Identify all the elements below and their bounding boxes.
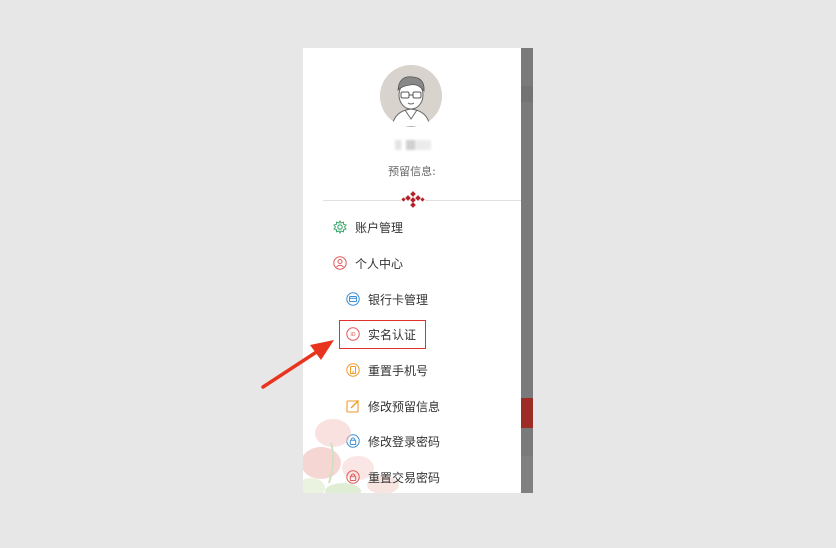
phone-icon — [346, 363, 360, 377]
menu-bank-card-management[interactable]: 银行卡管理 — [346, 288, 428, 310]
menu-personal-center[interactable]: 个人中心 — [333, 252, 403, 274]
menu-label: 账户管理 — [355, 220, 404, 235]
menu-reset-transaction-password[interactable]: 重置交易密码 — [346, 466, 440, 488]
avatar-illustration-icon — [380, 65, 442, 127]
menu-label: 重置交易密码 — [368, 470, 441, 485]
pointer-arrow-icon — [261, 340, 334, 389]
edit-icon — [346, 400, 359, 413]
lattice-ornament-icon — [401, 191, 425, 208]
menu-label: 个人中心 — [355, 256, 404, 271]
divider-right — [425, 200, 521, 201]
overlay-red-button — [521, 398, 533, 428]
menu-label: 重置手机号 — [368, 363, 429, 378]
menu-label: 修改预留信息 — [368, 399, 441, 414]
menu-reset-phone[interactable]: 重置手机号 — [346, 359, 428, 381]
menu-account-management[interactable]: 账户管理 — [333, 216, 403, 238]
reserved-info-label: 预留信息: — [388, 165, 436, 178]
side-drawer: 预留信息: 账户管理 个人中心 银行卡管理 ID 实名认证 重置手机号 修改预留… — [303, 48, 533, 493]
divider-left — [323, 200, 401, 201]
bank-card-icon — [346, 292, 360, 306]
overlay-gift-area — [521, 456, 533, 493]
background-overlay[interactable] — [521, 48, 533, 493]
menu-label: 银行卡管理 — [368, 292, 429, 307]
avatar[interactable] — [380, 65, 442, 127]
highlight-box — [339, 320, 426, 349]
username-blurred — [395, 140, 431, 150]
gear-icon — [333, 220, 347, 234]
overlay-header-bar — [521, 86, 533, 102]
user-icon — [333, 256, 347, 270]
transaction-lock-icon — [346, 470, 360, 484]
